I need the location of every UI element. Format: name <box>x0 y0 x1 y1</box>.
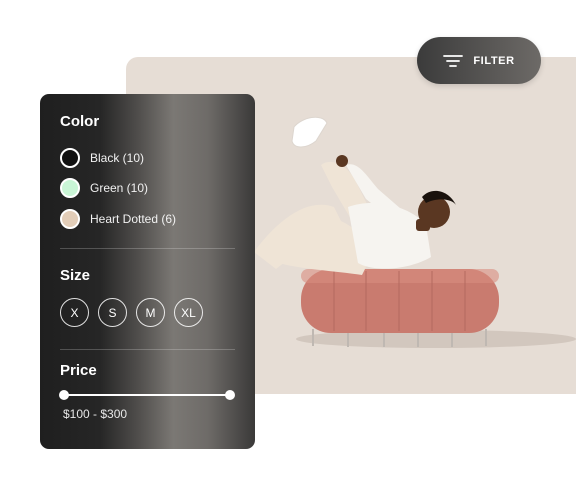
size-section-title: Size <box>60 267 91 284</box>
price-range-label: $100 - $300 <box>63 407 128 421</box>
size-options: X S M XL <box>60 298 203 327</box>
slider-max-handle[interactable] <box>225 390 235 400</box>
heart-dotted-swatch <box>60 209 80 229</box>
color-option-black[interactable]: Black (10) <box>60 146 144 170</box>
color-option-label: Heart Dotted (6) <box>90 212 177 226</box>
size-option-xl[interactable]: XL <box>174 298 203 327</box>
size-option-x[interactable]: X <box>60 298 89 327</box>
filter-button[interactable]: FILTER <box>417 37 541 84</box>
color-option-label: Green (10) <box>90 181 149 195</box>
black-swatch <box>60 148 80 168</box>
color-option-label: Black (10) <box>90 151 145 165</box>
slider-min-handle[interactable] <box>59 390 69 400</box>
price-section-title: Price <box>60 362 97 379</box>
filter-lines-icon <box>443 54 464 67</box>
size-option-m[interactable]: M <box>136 298 165 327</box>
size-option-s[interactable]: S <box>98 298 127 327</box>
green-swatch <box>60 178 80 198</box>
color-option-heart-dotted[interactable]: Heart Dotted (6) <box>60 207 176 231</box>
ottoman <box>301 269 499 333</box>
section-divider <box>60 248 235 249</box>
price-range-slider[interactable] <box>59 390 235 400</box>
section-divider <box>60 349 235 350</box>
filter-panel: Color Black (10) Green (10) Heart Dotted… <box>40 94 255 449</box>
person-figure <box>254 116 456 275</box>
color-option-green[interactable]: Green (10) <box>60 176 148 200</box>
color-section-title: Color <box>60 113 100 130</box>
slider-track <box>64 394 230 396</box>
filter-button-label: FILTER <box>473 54 515 67</box>
